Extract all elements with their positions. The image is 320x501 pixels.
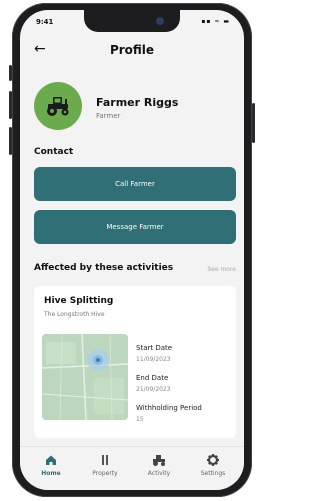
- bottom-nav: Home Property Activity Settings: [20, 446, 244, 490]
- activity-subtitle: The Longstroth Hive: [44, 311, 105, 318]
- page-header: ← Profile: [20, 38, 244, 64]
- settings-icon: [207, 454, 219, 466]
- nav-item-home[interactable]: Home: [26, 453, 76, 477]
- profile-role: Farmer: [96, 112, 121, 120]
- property-icon: [102, 455, 108, 465]
- activity-icon: [153, 455, 165, 466]
- nav-item-settings[interactable]: Settings: [188, 453, 238, 477]
- app-screen: 9:41 ▪▪ ≈ ▬ ← Profile Farmer Riggs Farme…: [20, 10, 244, 490]
- see-more-link[interactable]: See more: [207, 266, 236, 273]
- nav-label-property: Property: [92, 470, 118, 477]
- activities-heading: Affected by these activities: [34, 263, 174, 273]
- profile-summary: Farmer Riggs Farmer: [34, 82, 234, 134]
- nav-item-activity[interactable]: Activity: [134, 453, 184, 477]
- nav-item-property[interactable]: Property: [80, 453, 130, 477]
- home-icon: [46, 455, 56, 465]
- camera-icon: [156, 17, 164, 25]
- message-farmer-button[interactable]: Message Farmer: [34, 210, 236, 244]
- tractor-icon: [47, 97, 69, 116]
- phone-volume-down: [9, 127, 12, 155]
- profile-name: Farmer Riggs: [96, 96, 179, 109]
- map-graphic: [42, 334, 128, 420]
- status-icons: ▪▪ ≈ ▬: [201, 18, 230, 25]
- map-thumbnail[interactable]: [42, 334, 128, 420]
- status-time: 9:41: [36, 18, 54, 26]
- phone-power-button: [252, 103, 255, 143]
- contact-heading: Contact: [34, 147, 74, 157]
- withholding-period-value: 15: [136, 416, 144, 423]
- call-farmer-button[interactable]: Call Farmer: [34, 167, 236, 201]
- nav-label-settings: Settings: [200, 470, 226, 477]
- phone-notch: [84, 10, 180, 32]
- avatar: [34, 82, 82, 130]
- nav-label-home: Home: [41, 470, 61, 477]
- phone-mute-switch: [9, 65, 12, 81]
- start-date-label: Start Date: [136, 344, 173, 352]
- nav-label-activity: Activity: [147, 470, 171, 477]
- page-title: Profile: [109, 43, 155, 57]
- activity-title: Hive Splitting: [44, 296, 114, 306]
- end-date-label: End Date: [136, 374, 169, 382]
- end-date-value: 21/09/2023: [136, 386, 171, 393]
- phone-volume-up: [9, 91, 12, 119]
- start-date-value: 11/09/2023: [136, 356, 171, 363]
- withholding-period-label: Withholding Period: [136, 404, 202, 412]
- activity-card[interactable]: Hive Splitting The Longstroth Hive Start…: [34, 286, 236, 438]
